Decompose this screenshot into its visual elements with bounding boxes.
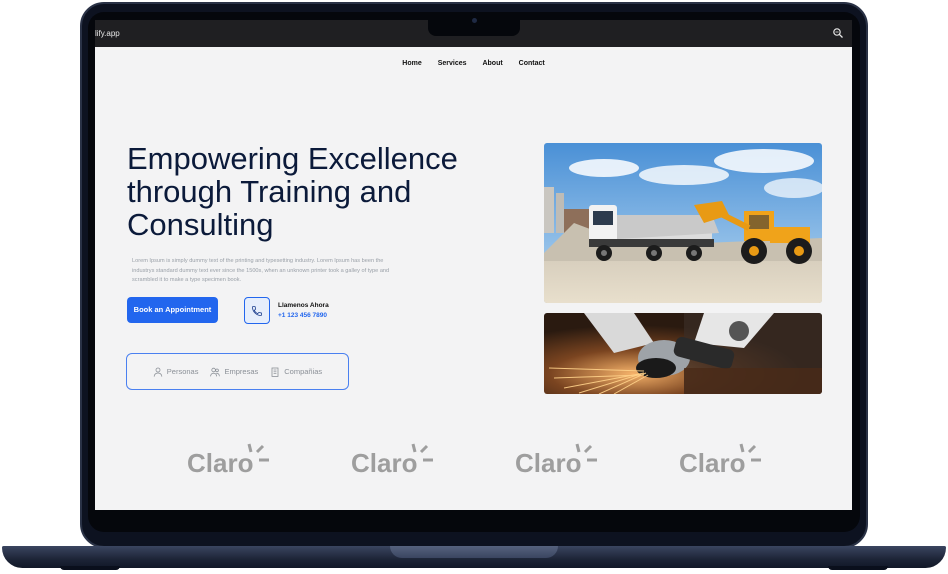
- claro-logo: Claro: [187, 440, 277, 480]
- hero-image-grinder: [544, 313, 822, 394]
- hero-description: Lorem Ipsum is simply dummy text of the …: [132, 258, 390, 283]
- call-number[interactable]: +1 123 456 7890: [278, 312, 327, 319]
- phone-icon: [252, 305, 262, 316]
- tab-personas[interactable]: Personas: [153, 367, 199, 377]
- laptop-foot-left: [60, 566, 120, 570]
- audience-tabs: Personas Empresas Compañias: [126, 353, 349, 390]
- browser-url[interactable]: lify.app: [95, 29, 120, 38]
- camera-notch: [428, 14, 520, 36]
- nav-contact[interactable]: Contact: [519, 60, 545, 67]
- partner-logos: Claro Claro Claro Claro: [95, 440, 852, 480]
- tab-companias[interactable]: Compañias: [270, 367, 322, 377]
- claro-logo: Claro: [515, 440, 605, 480]
- nav-services[interactable]: Services: [438, 60, 467, 67]
- hero-title: Empowering Excellence through Training a…: [127, 142, 507, 241]
- logo-text: Claro: [187, 448, 253, 478]
- people-icon: [210, 367, 221, 376]
- logo-text: Claro: [679, 448, 745, 478]
- phone-button[interactable]: [244, 297, 270, 324]
- hero-title-line-1: Empowering Excellence: [127, 141, 458, 176]
- book-appointment-button[interactable]: Book an Appointment: [127, 297, 218, 323]
- hero-image-trucks: [544, 143, 822, 303]
- hero-title-line-2: through Training and: [127, 174, 412, 209]
- claro-logo: Claro: [679, 440, 769, 480]
- laptop-foot-right: [828, 566, 888, 570]
- logo-text: Claro: [515, 448, 581, 478]
- hero-title-line-3: Consulting: [127, 207, 274, 242]
- building-icon: [271, 367, 279, 377]
- tab-empresas-label: Empresas: [224, 367, 259, 376]
- person-icon: [153, 367, 162, 377]
- camera-icon: [472, 18, 477, 23]
- tab-personas-label: Personas: [166, 367, 199, 376]
- tab-companias-label: Compañias: [284, 367, 323, 376]
- claro-logo: Claro: [351, 440, 441, 480]
- call-label: Llamenos Ahora: [278, 302, 329, 309]
- main-nav: Home Services About Contact: [95, 60, 852, 67]
- tab-empresas[interactable]: Empresas: [210, 367, 258, 377]
- nav-about[interactable]: About: [482, 60, 502, 67]
- laptop-opening-notch: [390, 546, 558, 558]
- magnifier-icon[interactable]: [832, 27, 844, 39]
- logo-text: Claro: [351, 448, 417, 478]
- screen: lify.app Home Services About Contact Emp…: [95, 20, 852, 510]
- nav-home[interactable]: Home: [402, 60, 421, 67]
- laptop-frame: lify.app Home Services About Contact Emp…: [0, 0, 948, 574]
